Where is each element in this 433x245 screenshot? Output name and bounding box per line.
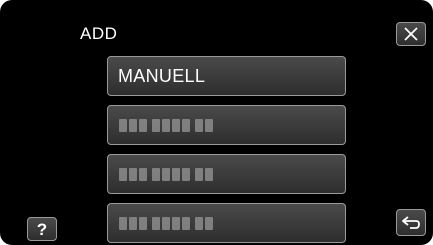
page-title: ADD [80, 24, 118, 43]
camera-screen: ADD MANUELL ? [0, 0, 433, 245]
entry-button-3[interactable] [107, 203, 346, 243]
entry-button-2[interactable] [107, 154, 346, 194]
help-button[interactable]: ? [27, 217, 57, 241]
manual-button-label: MANUELL [118, 66, 206, 86]
back-arrow-icon [397, 210, 425, 235]
close-button[interactable] [396, 22, 426, 46]
masked-entry-text [119, 168, 259, 181]
masked-entry-text [119, 217, 259, 230]
entry-button-1[interactable] [107, 105, 346, 145]
help-icon: ? [36, 219, 48, 239]
masked-entry-text [119, 119, 259, 132]
manual-button[interactable]: MANUELL [107, 56, 346, 96]
close-icon [397, 23, 425, 45]
back-button[interactable] [396, 209, 426, 236]
